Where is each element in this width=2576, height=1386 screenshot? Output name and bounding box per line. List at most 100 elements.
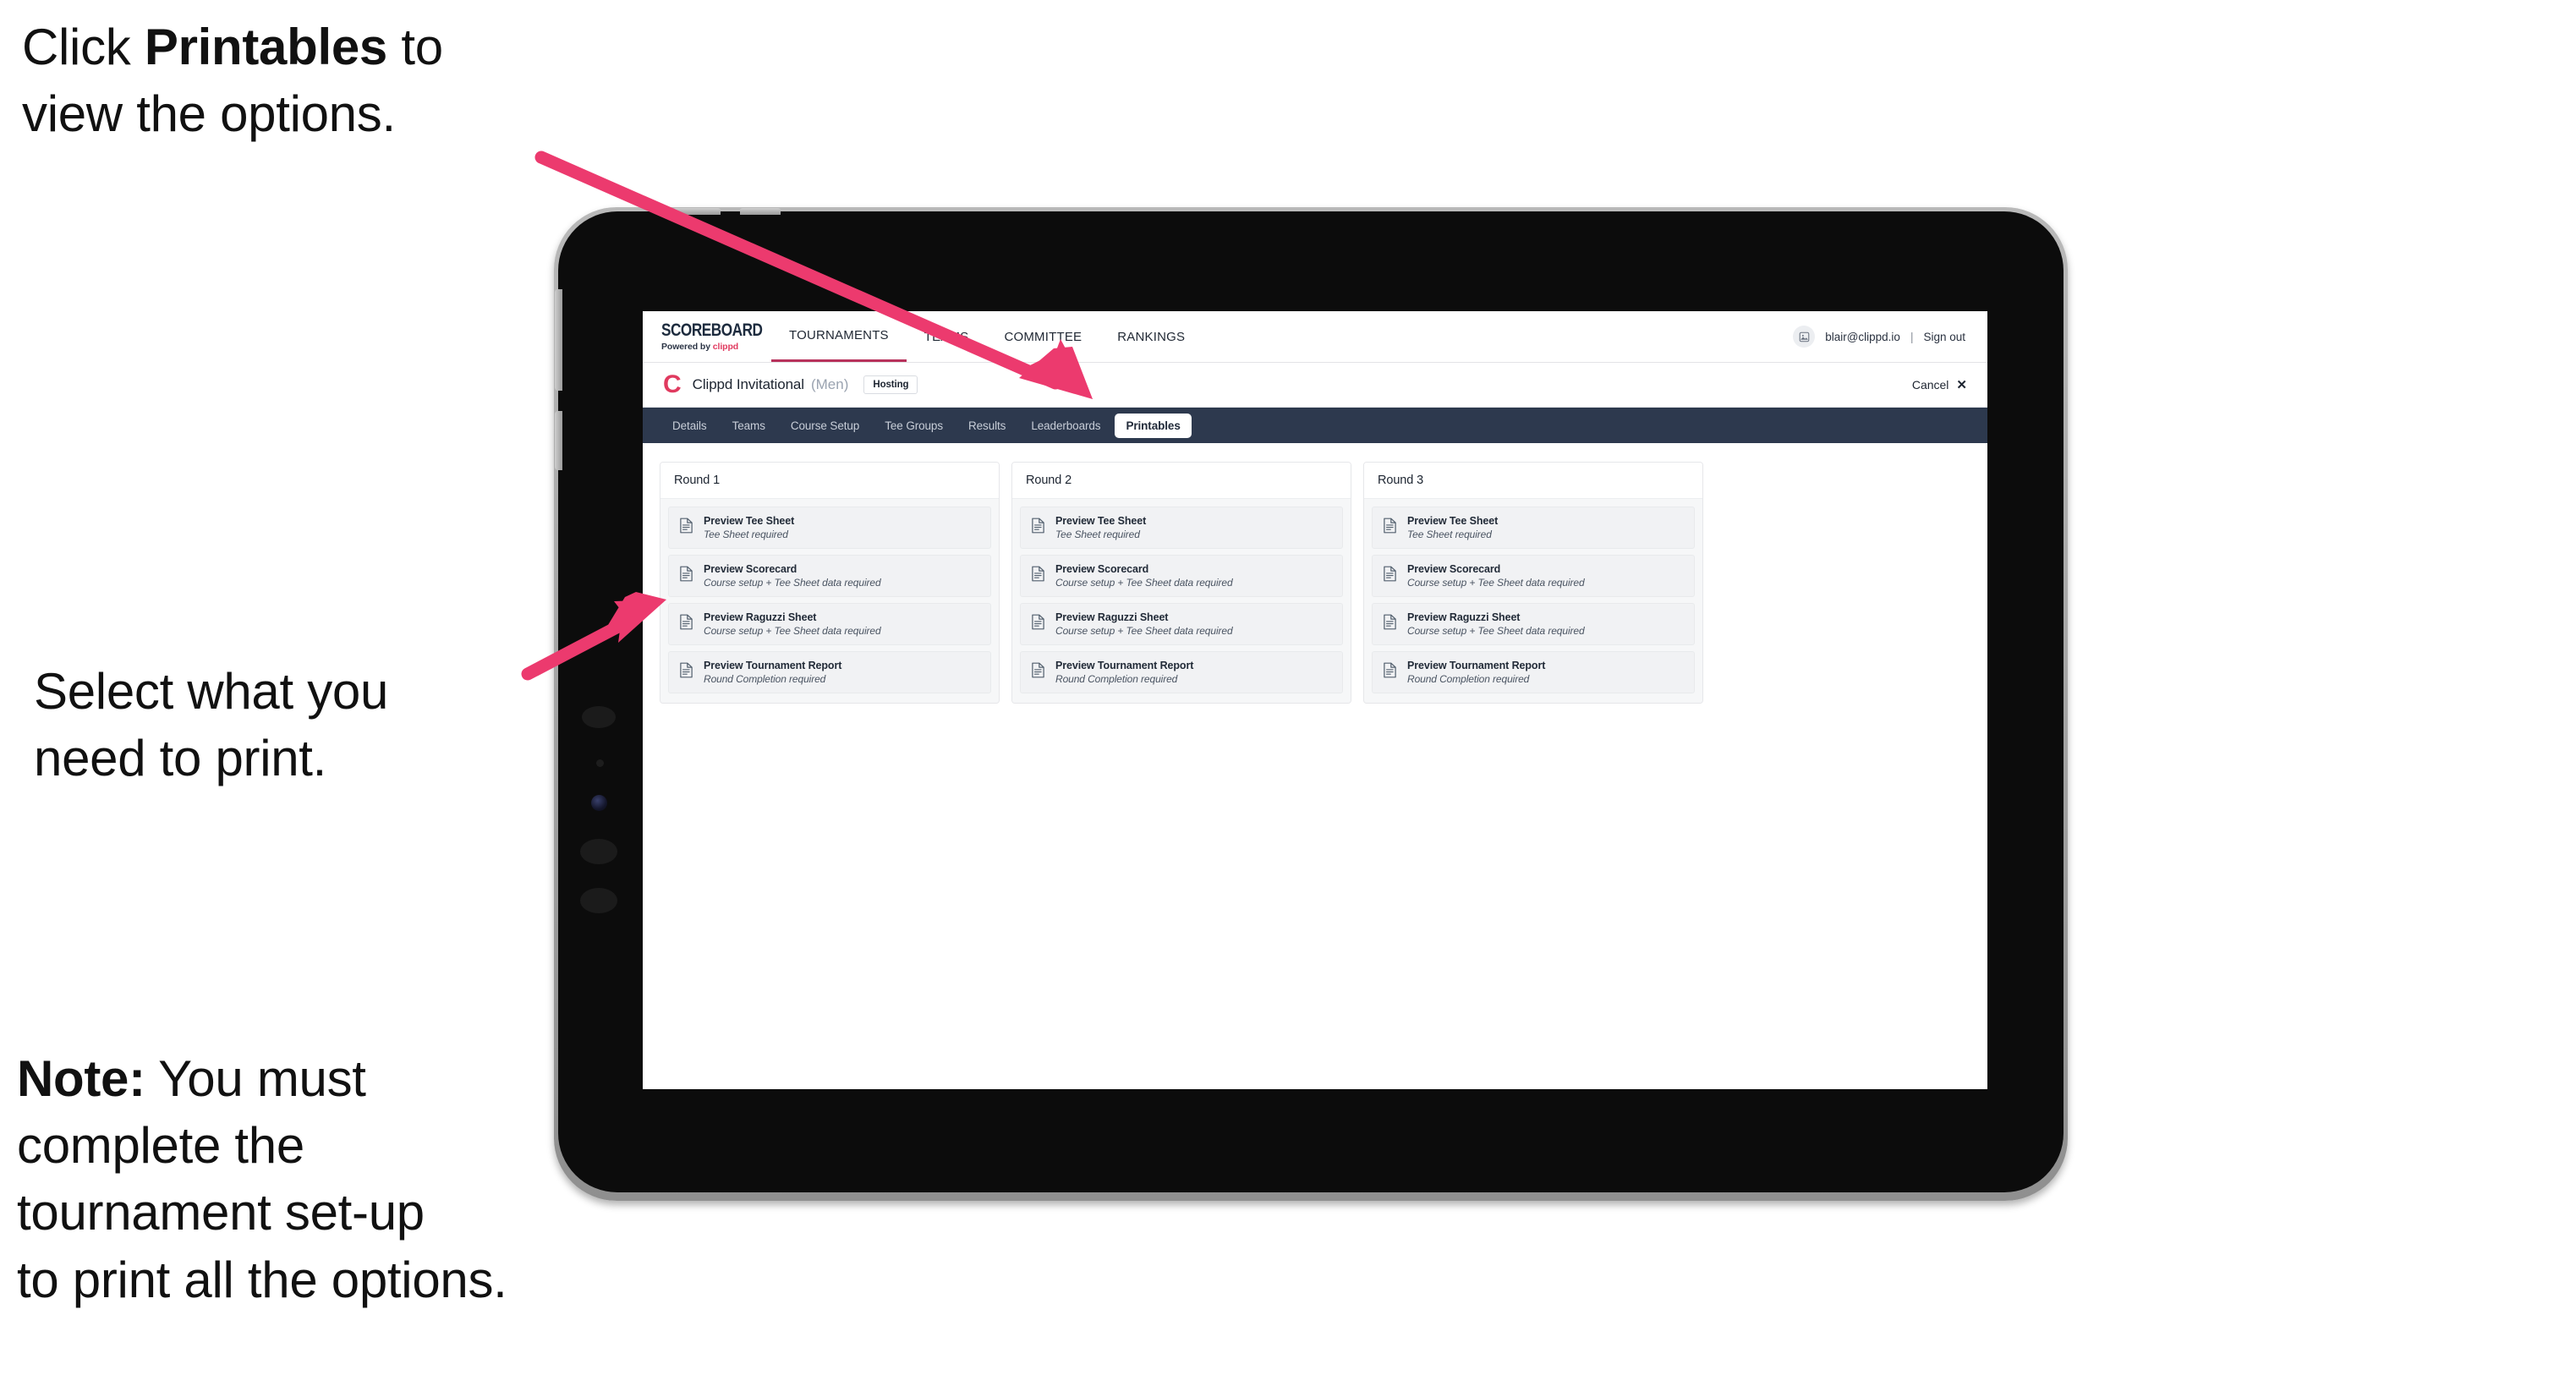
round-title: Round 2 (1012, 463, 1351, 499)
tab-teams[interactable]: Teams (721, 414, 776, 438)
document-icon (679, 518, 693, 538)
printable-item-scorecard[interactable]: Preview Scorecard Course setup + Tee She… (668, 555, 991, 597)
cancel-button[interactable]: Cancel ✕ (1912, 378, 1967, 392)
tab-results[interactable]: Results (957, 414, 1017, 438)
printable-item-tournament-report[interactable]: Preview Tournament Report Round Completi… (1020, 651, 1343, 693)
tab-details[interactable]: Details (661, 414, 718, 438)
round-items: Preview Tee Sheet Tee Sheet required Pre… (1364, 499, 1702, 703)
document-icon (1383, 566, 1397, 586)
status-badge: Hosting (863, 375, 918, 394)
printable-title: Preview Raguzzi Sheet (1055, 611, 1169, 623)
tab-course-setup[interactable]: Course Setup (780, 414, 870, 438)
printable-text: Preview Tee Sheet Tee Sheet required (704, 515, 794, 540)
printable-text: Preview Scorecard Course setup + Tee She… (1407, 563, 1585, 589)
document-icon (679, 614, 693, 634)
printable-title: Preview Tournament Report (1055, 660, 1194, 671)
printable-item-tee-sheet[interactable]: Preview Tee Sheet Tee Sheet required (1020, 507, 1343, 549)
tab-printables[interactable]: Printables (1115, 413, 1192, 438)
round-card: Round 3 Preview Tee Sheet Tee Sheet requ… (1363, 462, 1703, 704)
printable-text: Preview Tournament Report Round Completi… (1407, 660, 1545, 685)
brand-subtitle: Powered by clippd (661, 342, 771, 352)
printable-title: Preview Tee Sheet (1055, 515, 1147, 527)
nav-item-tournaments[interactable]: TOURNAMENTS (771, 311, 907, 362)
printable-text: Preview Raguzzi Sheet Course setup + Tee… (704, 611, 881, 637)
printable-item-tee-sheet[interactable]: Preview Tee Sheet Tee Sheet required (1372, 507, 1695, 549)
tab-leaderboards[interactable]: Leaderboards (1020, 414, 1111, 438)
tournament-name: Clippd Invitational (692, 376, 804, 392)
printable-item-scorecard[interactable]: Preview Scorecard Course setup + Tee She… (1372, 555, 1695, 597)
tab-strip: Details Teams Course Setup Tee Groups Re… (643, 408, 1987, 443)
printable-text: Preview Tee Sheet Tee Sheet required (1407, 515, 1498, 540)
tab-tee-groups[interactable]: Tee Groups (874, 414, 954, 438)
document-icon (679, 566, 693, 586)
printable-title: Preview Raguzzi Sheet (1407, 611, 1521, 623)
nav-item-committee[interactable]: COMMITTEE (986, 311, 1099, 362)
tablet-device: SCOREBOARD Powered by clippd TOURNAMENTS… (554, 207, 2068, 1201)
printable-subtitle: Course setup + Tee Sheet data required (704, 625, 881, 637)
printable-item-scorecard[interactable]: Preview Scorecard Course setup + Tee She… (1020, 555, 1343, 597)
annotation-note-bold: Note: (17, 1050, 145, 1107)
sensor-dot-icon (596, 759, 604, 767)
top-button-2[interactable] (740, 208, 781, 215)
cancel-label: Cancel (1911, 378, 1949, 392)
tournament-header: C Clippd Invitational (Men) Hosting Canc… (643, 363, 1987, 408)
printable-subtitle: Course setup + Tee Sheet data required (1407, 577, 1585, 589)
printable-subtitle: Course setup + Tee Sheet data required (1055, 625, 1233, 637)
printable-title: Preview Scorecard (1407, 563, 1501, 575)
printable-text: Preview Tournament Report Round Completi… (1055, 660, 1193, 685)
printable-title: Preview Tee Sheet (704, 515, 795, 527)
printable-subtitle: Tee Sheet required (1407, 529, 1492, 540)
round-items: Preview Tee Sheet Tee Sheet required Pre… (660, 499, 999, 703)
printable-text: Preview Tournament Report Round Completi… (704, 660, 841, 685)
close-icon: ✕ (1956, 377, 1967, 392)
user-email: blair@clippd.io (1825, 330, 1900, 343)
clippd-logo-icon: C (663, 370, 682, 398)
tournament-gender: (Men) (810, 376, 849, 392)
printable-item-tournament-report[interactable]: Preview Tournament Report Round Completi… (1372, 651, 1695, 693)
brand-logo[interactable]: SCOREBOARD Powered by clippd (643, 321, 771, 352)
round-card: Round 2 Preview Tee Sheet Tee Sheet requ… (1011, 462, 1351, 704)
top-navigation-links: TOURNAMENTS TEAMS COMMITTEE RANKINGS (771, 311, 1203, 362)
printable-item-tee-sheet[interactable]: Preview Tee Sheet Tee Sheet required (668, 507, 991, 549)
power-button[interactable] (555, 411, 562, 470)
printable-title: Preview Scorecard (704, 563, 797, 575)
printable-title: Preview Raguzzi Sheet (704, 611, 817, 623)
top-navigation-bar: SCOREBOARD Powered by clippd TOURNAMENTS… (643, 311, 1987, 363)
separator: | (1910, 330, 1914, 343)
printable-text: Preview Raguzzi Sheet Course setup + Tee… (1407, 611, 1585, 637)
document-icon (1383, 614, 1397, 634)
printable-text: Preview Raguzzi Sheet Course setup + Tee… (1055, 611, 1233, 637)
printable-subtitle: Course setup + Tee Sheet data required (1407, 625, 1585, 637)
printable-item-raguzzi-sheet[interactable]: Preview Raguzzi Sheet Course setup + Tee… (668, 603, 991, 645)
sign-out-link[interactable]: Sign out (1923, 331, 1965, 343)
printable-subtitle: Course setup + Tee Sheet data required (704, 577, 881, 589)
brand-clippd: clippd (712, 342, 739, 352)
printable-title: Preview Tournament Report (1407, 660, 1546, 671)
avatar[interactable] (1793, 326, 1816, 348)
annotation-select-print: Select what you need to print. (34, 663, 389, 787)
printable-subtitle: Tee Sheet required (1055, 529, 1140, 540)
printable-subtitle: Tee Sheet required (704, 529, 788, 540)
round-card: Round 1 Preview Tee Sheet Tee Sheet requ… (660, 462, 1000, 704)
document-icon (679, 662, 693, 682)
volume-button[interactable] (555, 289, 562, 391)
brand-title: SCOREBOARD (661, 320, 763, 340)
document-icon (1031, 614, 1045, 634)
camera-icon (591, 795, 607, 811)
printable-text: Preview Tee Sheet Tee Sheet required (1055, 515, 1146, 540)
printable-subtitle: Course setup + Tee Sheet data required (1055, 577, 1233, 589)
document-icon (1031, 566, 1045, 586)
printable-subtitle: Round Completion required (1407, 673, 1530, 685)
top-button-1[interactable] (673, 208, 721, 215)
nav-item-rankings[interactable]: RANKINGS (1099, 311, 1203, 362)
printable-item-raguzzi-sheet[interactable]: Preview Raguzzi Sheet Course setup + Tee… (1020, 603, 1343, 645)
annotation-click-printables: Click Printables to view the options. (22, 14, 614, 147)
speaker-grille-icon (580, 839, 617, 864)
printable-item-tournament-report[interactable]: Preview Tournament Report Round Completi… (668, 651, 991, 693)
printable-text: Preview Scorecard Course setup + Tee She… (1055, 563, 1233, 589)
annotation-click-prefix: Click (22, 19, 145, 75)
nav-item-teams[interactable]: TEAMS (907, 311, 987, 362)
printable-item-raguzzi-sheet[interactable]: Preview Raguzzi Sheet Course setup + Tee… (1372, 603, 1695, 645)
document-icon (1031, 662, 1045, 682)
round-items: Preview Tee Sheet Tee Sheet required Pre… (1012, 499, 1351, 703)
